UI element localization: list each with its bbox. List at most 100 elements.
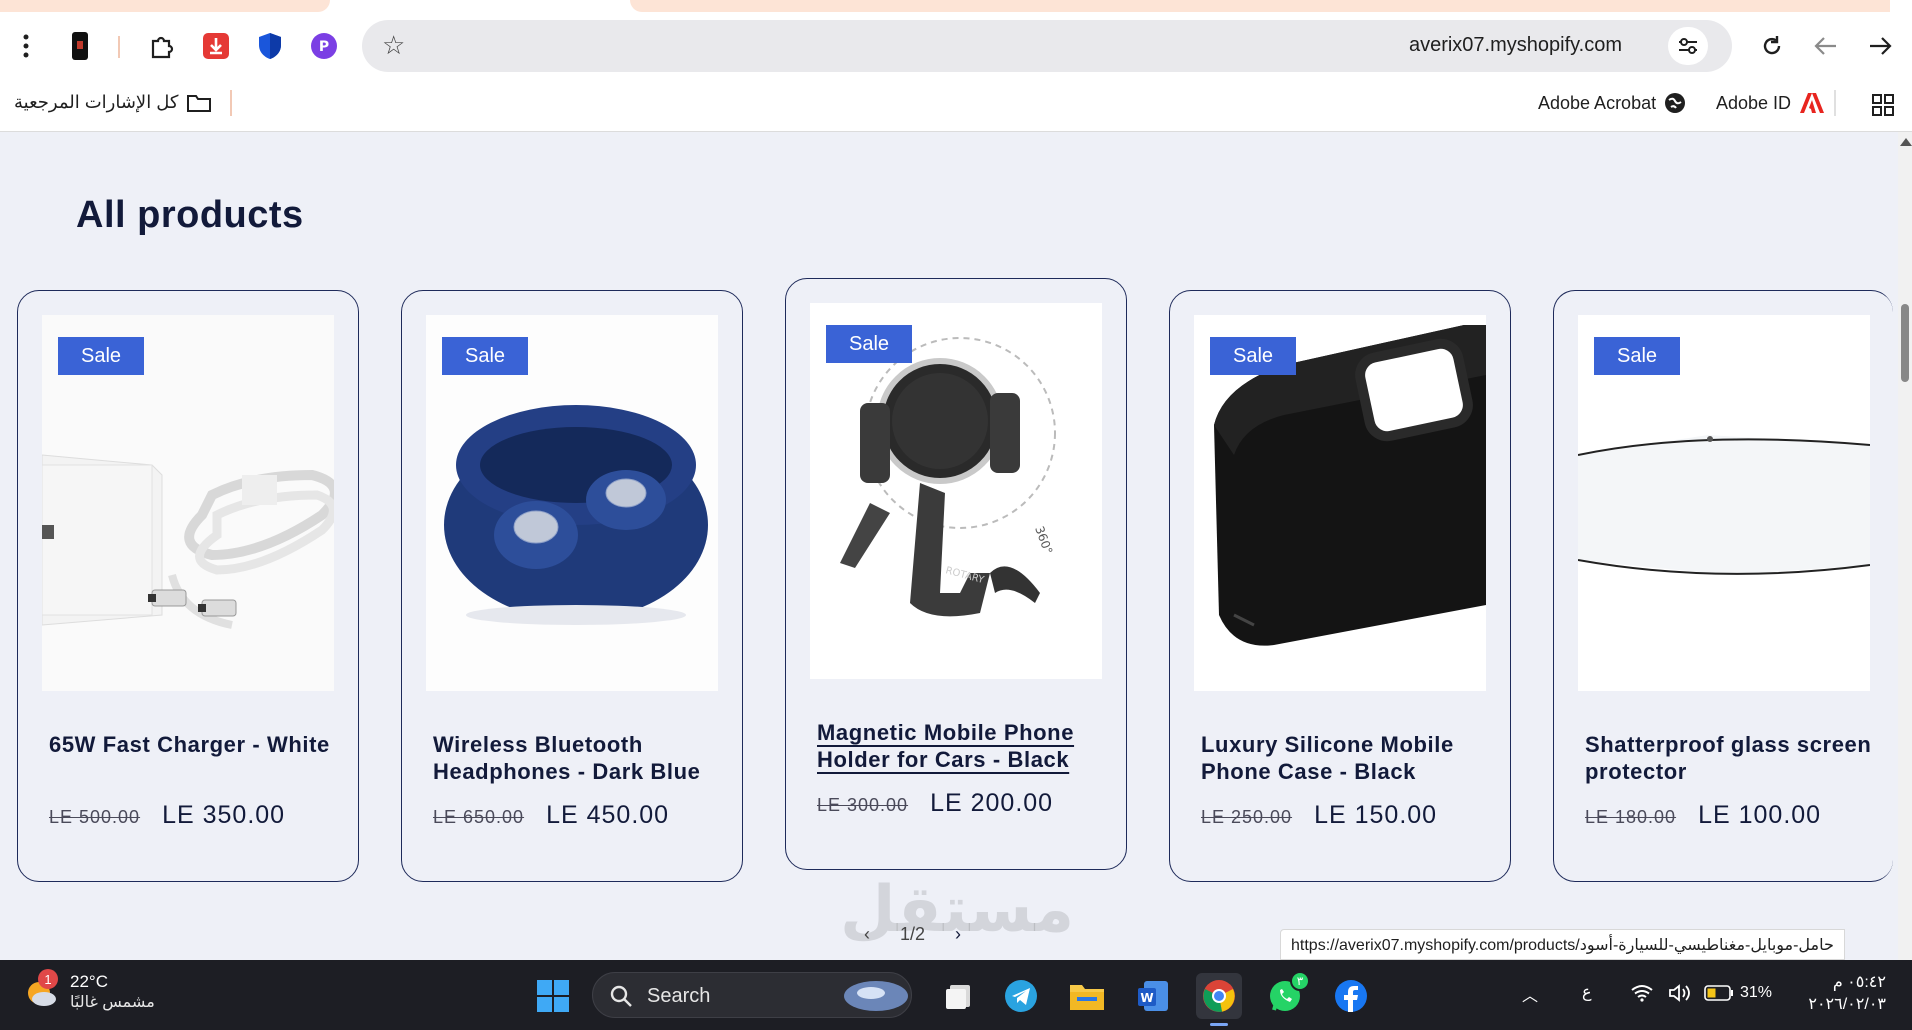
menu-kebab-icon[interactable] <box>8 28 44 64</box>
bookmarks-bar: كل الإشارات المرجعية Adobe Acrobat Adobe… <box>0 80 1912 132</box>
original-price: LE 300.00 <box>817 795 909 815</box>
product-name[interactable]: Wireless Bluetooth Headphones - Dark Blu… <box>433 731 723 785</box>
product-image[interactable]: Sale <box>1578 315 1870 691</box>
adobe-logo-icon <box>1800 93 1825 113</box>
sale-price: LE 350.00 <box>162 801 286 829</box>
download-extension-icon[interactable] <box>198 28 234 64</box>
product-card[interactable]: Sale Wireless Bluetooth Headphones - Dar… <box>401 290 743 882</box>
page-title: All products <box>76 194 304 236</box>
sale-badge: Sale <box>826 325 912 363</box>
extension-badge-letter: P <box>319 39 329 55</box>
task-view-icon[interactable] <box>936 973 982 1019</box>
slider-prev-icon[interactable]: ‹ <box>864 924 870 945</box>
sale-badge: Sale <box>442 337 528 375</box>
extension-phone-icon[interactable] <box>62 28 98 64</box>
original-price: LE 250.00 <box>1201 807 1293 827</box>
system-clock[interactable]: ٠٥:٤٢ م ٢٠٢٦/٠٢/٠٣ <box>1796 972 1886 1016</box>
address-bar[interactable]: ☆ averix07.myshopify.com <box>362 20 1732 72</box>
product-image[interactable]: Sale <box>426 315 718 691</box>
product-prices: LE 500.00 LE 350.00 <box>49 801 285 830</box>
wifi-icon[interactable] <box>1630 984 1654 1007</box>
shield-extension-icon[interactable] <box>252 28 288 64</box>
page-content: All products Sale 65W Fast Charger - Whi… <box>0 132 1898 960</box>
battery-percent: 31% <box>1740 984 1773 1001</box>
svg-text:W: W <box>1140 991 1153 1005</box>
scroll-up-arrow-icon[interactable] <box>1900 138 1912 146</box>
volume-icon[interactable] <box>1668 984 1692 1007</box>
product-prices: LE 180.00 LE 100.00 <box>1585 801 1821 830</box>
bookmark-adobe-id-label: Adobe ID <box>1716 92 1792 113</box>
product-card-hovered[interactable]: ROTARY 360° Sale Magnetic Mobile Phone H… <box>785 278 1127 870</box>
puzzle-extensions-icon[interactable] <box>144 28 180 64</box>
all-bookmarks-label: كل الإشارات المرجعية <box>14 92 179 112</box>
forward-arrow-icon[interactable] <box>1862 28 1898 64</box>
scrollbar-thumb[interactable] <box>1901 304 1909 382</box>
product-prices: LE 650.00 LE 450.00 <box>433 801 669 830</box>
windows-start-icon[interactable] <box>530 973 576 1019</box>
purple-extension-icon[interactable]: P <box>306 28 342 64</box>
tab-right[interactable] <box>630 0 1890 12</box>
sale-price: LE 100.00 <box>1698 801 1822 829</box>
sale-badge: Sale <box>1594 337 1680 375</box>
sale-price: LE 450.00 <box>546 801 670 829</box>
whatsapp-badge: ٣ <box>1290 971 1310 991</box>
all-bookmarks-item[interactable]: كل الإشارات المرجعية <box>14 92 212 113</box>
site-settings-icon[interactable] <box>1668 27 1708 65</box>
weather-temperature: 22°C <box>70 972 108 991</box>
product-card[interactable]: Sale 65W Fast Charger - White LE 500.00 … <box>17 290 359 882</box>
product-name[interactable]: Magnetic Mobile Phone Holder for Cars - … <box>817 719 1107 773</box>
slider-page-counter: 1/2 <box>900 924 926 944</box>
battery-indicator[interactable]: 31% <box>1704 984 1772 1002</box>
bookmark-separator-2 <box>1834 90 1836 116</box>
telegram-icon[interactable] <box>998 973 1044 1019</box>
product-name[interactable]: 65W Fast Charger - White <box>49 731 339 758</box>
product-prices: LE 250.00 LE 150.00 <box>1201 801 1437 830</box>
sale-badge: Sale <box>1210 337 1296 375</box>
product-image[interactable]: Sale <box>1194 315 1486 691</box>
globe-icon <box>1665 93 1686 113</box>
search-icon <box>610 985 632 1007</box>
original-price: LE 180.00 <box>1585 807 1677 827</box>
bookmark-adobe-acrobat[interactable]: Adobe Acrobat <box>1538 92 1686 114</box>
sale-price: LE 150.00 <box>1314 801 1438 829</box>
folder-icon <box>187 94 212 112</box>
original-price: LE 500.00 <box>49 807 141 827</box>
active-app-indicator <box>1210 1023 1228 1026</box>
page-scrollbar[interactable] <box>1898 132 1912 960</box>
product-image[interactable]: Sale <box>42 315 334 691</box>
slider-pagination: ‹ 1/2 › <box>864 924 961 945</box>
status-bar-url: https://averix07.myshopify.com/products/… <box>1280 929 1845 960</box>
tab-left[interactable] <box>0 0 330 12</box>
product-name[interactable]: Luxury Silicone Mobile Phone Case - Blac… <box>1201 731 1491 785</box>
product-card[interactable]: Sale Shatterproof glass screen protector… <box>1553 290 1893 882</box>
chrome-icon[interactable] <box>1196 973 1242 1026</box>
whatsapp-icon[interactable]: ٣ <box>1262 971 1310 1019</box>
taskbar-search[interactable]: Search <box>592 972 912 1018</box>
product-card[interactable]: Sale Luxury Silicone Mobile Phone Case -… <box>1169 290 1511 882</box>
reload-icon[interactable] <box>1754 28 1790 64</box>
bookmark-acrobat-label: Adobe Acrobat <box>1538 92 1657 113</box>
bookmark-adobe-id[interactable]: Adobe ID <box>1716 92 1825 114</box>
search-label: Search <box>647 985 711 1007</box>
original-price: LE 650.00 <box>433 807 525 827</box>
word-icon[interactable]: W <box>1130 973 1176 1019</box>
facebook-icon[interactable] <box>1328 973 1374 1019</box>
bookmark-star-icon[interactable]: ☆ <box>382 30 405 61</box>
back-arrow-icon[interactable] <box>1808 28 1844 64</box>
apps-grid-icon[interactable] <box>1872 94 1894 116</box>
weather-description: مشمس غالبًا <box>70 994 155 1011</box>
sale-badge: Sale <box>58 337 144 375</box>
slider-next-icon[interactable]: › <box>955 924 961 945</box>
input-language[interactable]: ع <box>1582 982 1592 1002</box>
address-url[interactable]: averix07.myshopify.com <box>1409 34 1622 57</box>
tab-strip <box>0 0 1912 12</box>
windows-taskbar: 1 22°C مشمس غالبًا Search W ٣ ︿ ع 31% ٠٥… <box>0 960 1912 1030</box>
weather-notification-badge: 1 <box>38 969 58 989</box>
browser-toolbar: P ☆ averix07.myshopify.com <box>0 12 1912 80</box>
file-explorer-icon[interactable] <box>1064 973 1110 1019</box>
show-hidden-icons-chevron-icon[interactable]: ︿ <box>1522 982 1538 1006</box>
product-name[interactable]: Shatterproof glass screen protector <box>1585 731 1875 785</box>
weather-widget[interactable]: 1 22°C مشمس غالبًا <box>24 969 155 1012</box>
bookmark-separator <box>230 90 232 116</box>
product-image[interactable]: ROTARY 360° Sale <box>810 303 1102 679</box>
